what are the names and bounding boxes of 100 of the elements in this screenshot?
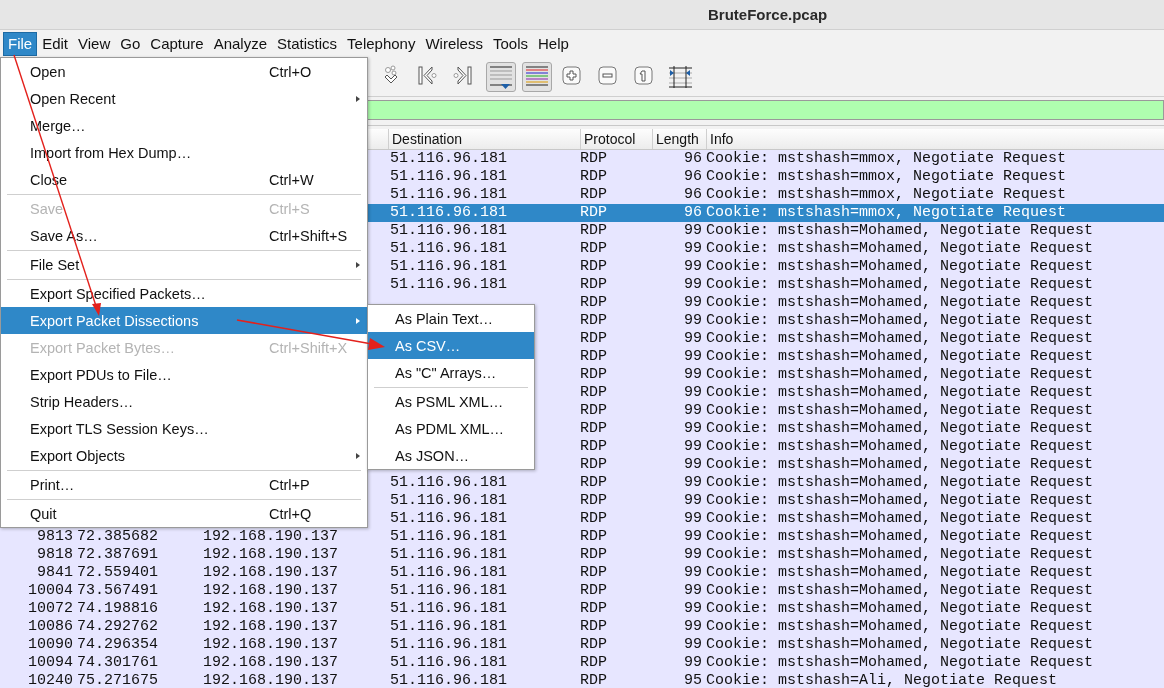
packet-row[interactable]: 10094 74.301761 192.168.190.137 51.116.96.181 RDP 99 Cookie: mstshash=Mohamed, Negotiate Request: [0, 654, 1164, 672]
packet-row[interactable]: 10090 74.296354 192.168.190.137 51.116.96.181 RDP 99 Cookie: mstshash=Mohamed, Negotiate Request: [0, 636, 1164, 654]
packet-row[interactable]: 9813 72.385682 192.168.190.137 51.116.96.181 RDP 99 Cookie: mstshash=Mohamed, Negotiate Request: [0, 528, 1164, 546]
table-cell-text: Cookie: mstshash=Mohamed, Negotiate Request: [705, 276, 1095, 294]
table-cell-text: RDP: [579, 618, 608, 636]
table-cell-text: 51.116.96.181: [389, 528, 509, 546]
table-cell-text: RDP: [579, 438, 608, 456]
table-cell-text: RDP: [579, 654, 608, 672]
menu-item[interactable]: Open Ctrl+O: [1, 58, 367, 85]
table-cell-text: 192.168.190.137: [202, 582, 340, 600]
table-cell-text: 192.168.190.137: [202, 672, 340, 688]
table-cell-text: RDP: [579, 510, 608, 528]
table-cell-text: 74.292762: [76, 618, 159, 636]
table-cell-text: Cookie: mstshash=Mohamed, Negotiate Request: [705, 258, 1095, 276]
table-cell-text: 99: [683, 636, 703, 654]
table-cell-text: 10094: [27, 654, 74, 672]
table-cell-text: 10090: [27, 636, 74, 654]
table-cell-text: RDP: [579, 474, 608, 492]
table-cell-text: RDP: [579, 384, 608, 402]
table-cell-text: 99: [683, 582, 703, 600]
toolbar-button[interactable]: [486, 61, 516, 92]
table-cell-text: Cookie: mstshash=Mohamed, Negotiate Request: [705, 366, 1095, 384]
table-cell-text: RDP: [579, 240, 608, 258]
table-cell-text: RDP: [579, 546, 608, 564]
table-cell-text: 192.168.190.137: [202, 654, 340, 672]
table-cell-text: RDP: [579, 276, 608, 294]
menu-item[interactable]: File: [3, 31, 38, 56]
table-cell-text: 51.116.96.181: [389, 636, 509, 654]
menu-item[interactable]: View: [73, 31, 116, 56]
table-cell-text: Cookie: mstshash=mmox, Negotiate Request: [705, 168, 1068, 186]
table-cell-text: RDP: [579, 186, 608, 204]
table-cell-text: 10086: [27, 618, 74, 636]
table-cell-text: RDP: [579, 672, 608, 688]
table-cell-text: 99: [683, 654, 703, 672]
autoscroll-icon: [488, 63, 514, 90]
table-cell-text: 99: [683, 402, 703, 420]
table-cell-text: RDP: [579, 348, 608, 366]
table-cell-text: 51.116.96.181: [389, 492, 509, 510]
menu-item[interactable]: Open Recent: [1, 85, 367, 112]
table-cell-text: Cookie: mstshash=Mohamed, Negotiate Request: [705, 438, 1095, 456]
menu-item[interactable]: Export Packet Dissections: [1, 307, 367, 334]
column-header[interactable]: Info: [706, 129, 1164, 149]
window-title: BruteForce.pcap: [708, 6, 828, 23]
table-cell-text: 9841: [36, 564, 74, 582]
table-cell-text: RDP: [579, 168, 608, 186]
menu-item[interactable]: Tools: [487, 31, 533, 56]
table-cell-text: 51.116.96.181: [389, 276, 509, 294]
resize-columns-icon: [668, 63, 694, 90]
packet-row[interactable]: 10086 74.292762 192.168.190.137 51.116.96.181 RDP 99 Cookie: mstshash=Mohamed, Negotiate Request: [0, 618, 1164, 636]
table-cell-text: 99: [683, 420, 703, 438]
table-cell-text: RDP: [579, 636, 608, 654]
table-cell-text: Cookie: mstshash=Mohamed, Negotiate Request: [705, 654, 1095, 672]
menu-item[interactable]: Help: [533, 31, 574, 56]
table-cell-text: RDP: [579, 582, 608, 600]
table-cell-text: 99: [683, 492, 703, 510]
column-header[interactable]: Protocol: [580, 129, 652, 149]
packet-row[interactable]: 10004 73.567491 192.168.190.137 51.116.96.181 RDP 99 Cookie: mstshash=Mohamed, Negotiate Request: [0, 582, 1164, 600]
menu-item[interactable]: Analyze: [208, 31, 273, 56]
menu-item[interactable]: As CSV…: [368, 332, 534, 359]
table-cell-text: Cookie: mstshash=Mohamed, Negotiate Request: [705, 474, 1095, 492]
table-cell-text: RDP: [579, 258, 608, 276]
table-cell-text: 9813: [36, 528, 74, 546]
table-cell-text: RDP: [579, 564, 608, 582]
menu-item[interactable]: Statistics: [272, 31, 343, 56]
table-cell-text: 99: [683, 294, 703, 312]
column-header[interactable]: Length: [652, 129, 706, 149]
shortcut-label: Ctrl+W: [269, 171, 315, 188]
table-cell-text: Cookie: mstshash=mmox, Negotiate Request: [705, 186, 1068, 204]
table-cell-text: RDP: [579, 528, 608, 546]
table-cell-text: Cookie: mstshash=Mohamed, Negotiate Request: [705, 240, 1095, 258]
table-cell-text: 99: [683, 348, 703, 366]
column-header[interactable]: Destination: [388, 129, 580, 149]
table-cell-text: 99: [683, 240, 703, 258]
table-cell-text: 72.387691: [76, 546, 159, 564]
packet-row[interactable]: 10072 74.198816 192.168.190.137 51.116.96.181 RDP 99 Cookie: mstshash=Mohamed, Negotiate Request: [0, 600, 1164, 618]
packet-row[interactable]: 9841 72.559401 192.168.190.137 51.116.96.181 RDP 99 Cookie: mstshash=Mohamed, Negotiate Request: [0, 564, 1164, 582]
table-cell-text: 9818: [36, 546, 74, 564]
table-cell-text: 99: [683, 564, 703, 582]
packet-row[interactable]: 9818 72.387691 192.168.190.137 51.116.96.181 RDP 99 Cookie: mstshash=Mohamed, Negotiate Request: [0, 546, 1164, 564]
table-cell-text: Cookie: mstshash=Mohamed, Negotiate Request: [705, 312, 1095, 330]
table-cell-text: Cookie: mstshash=mmox, Negotiate Request: [705, 204, 1068, 222]
table-cell-text: Cookie: mstshash=Mohamed, Negotiate Request: [705, 636, 1095, 654]
shortcut-label: Ctrl+O: [269, 63, 313, 80]
table-cell-text: 10004: [27, 582, 74, 600]
table-cell-text: 74.301761: [76, 654, 159, 672]
packet-row[interactable]: 10240 75.271675 192.168.190.137 51.116.96.181 RDP 95 Cookie: mstshash=Ali, Negotiate Request: [0, 672, 1164, 688]
table-cell-text: 51.116.96.181: [389, 186, 509, 204]
table-cell-text: Cookie: mstshash=Mohamed, Negotiate Request: [705, 618, 1095, 636]
table-cell-text: 51.116.96.181: [389, 240, 509, 258]
menu-item[interactable]: Capture: [145, 31, 209, 56]
table-cell-text: RDP: [579, 222, 608, 240]
table-cell-text: 96: [683, 204, 703, 222]
toolbar-button[interactable]: [522, 61, 552, 92]
table-cell-text: RDP: [579, 402, 608, 420]
table-cell-text: RDP: [579, 366, 608, 384]
menu-item[interactable]: Telephony: [342, 31, 421, 56]
menu-item[interactable]: Wireless: [420, 31, 488, 56]
menu-item[interactable]: Go: [115, 31, 146, 56]
table-cell-text: 51.116.96.181: [389, 582, 509, 600]
menu-item[interactable]: Edit: [37, 31, 74, 56]
